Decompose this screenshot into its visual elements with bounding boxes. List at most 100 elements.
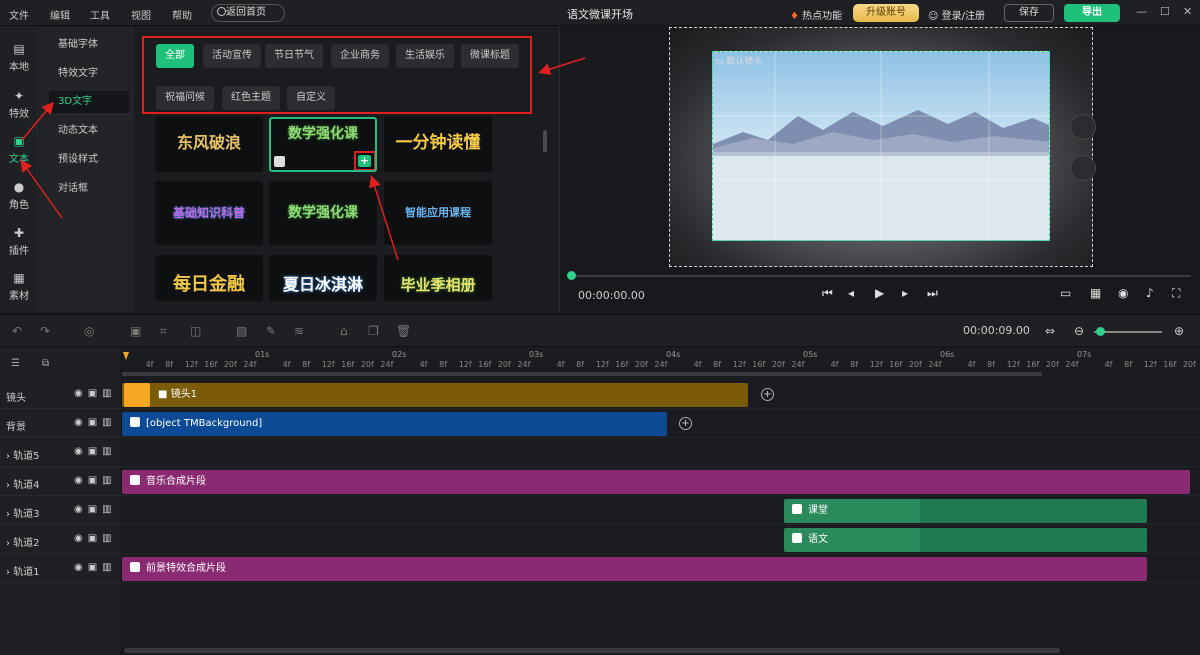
undo-icon[interactable]: ↶ (12, 324, 22, 338)
edit-image-icon[interactable]: ✎ (266, 324, 276, 338)
menu-tools[interactable]: 工具 (90, 7, 110, 22)
clip-text-classroom[interactable]: 课堂 (784, 499, 1147, 523)
menu-file[interactable]: 文件 (9, 7, 29, 22)
record-icon[interactable]: ◎ (84, 324, 94, 338)
fullscreen-icon[interactable]: ⛶ (1172, 286, 1180, 301)
crop-frame-icon[interactable]: ▣ (130, 324, 141, 338)
camera-keyframe[interactable] (124, 383, 150, 407)
layers-icon[interactable]: ≋ (294, 324, 304, 338)
clip-music[interactable]: 音乐合成片段 (122, 470, 1190, 494)
template-tile[interactable]: 东风破浪 (155, 117, 263, 172)
template-tile[interactable]: 数学强化课 (269, 181, 377, 245)
template-tile[interactable]: 每日金融 (155, 255, 263, 301)
track-settings-icon[interactable]: ☰ (11, 358, 20, 369)
template-scrollbar[interactable] (543, 130, 547, 152)
zoom-out-icon[interactable]: ⊖ (1074, 324, 1084, 338)
clear-icon[interactable]: ⌂ (340, 324, 348, 338)
work-area-bar[interactable] (122, 372, 1042, 376)
clip-foreground-effect[interactable]: 前景特效合成片段 (122, 557, 1147, 581)
visibility-lock-delete-icons[interactable]: ◉▣▥ (74, 475, 117, 486)
filter-chip[interactable]: 红色主题 (222, 86, 280, 110)
template-tile[interactable]: 夏日冰淇淋 (269, 255, 377, 301)
filter-chip[interactable]: 自定义 (287, 86, 335, 110)
nav-text[interactable]: ▣ 文本 (0, 134, 38, 165)
visibility-lock-delete-icons[interactable]: ◉▣▥ (74, 562, 117, 573)
camera-snap-icon[interactable]: ◉ (1118, 286, 1128, 300)
preview-progress-handle[interactable] (567, 271, 576, 280)
filter-chip[interactable]: 微课标题 (461, 44, 519, 68)
zoom-slider-handle[interactable] (1096, 327, 1105, 336)
template-tile-selected[interactable]: 数学强化课 + (269, 117, 377, 172)
crop-icon[interactable]: ⌗ (160, 324, 167, 339)
login-button[interactable]: ☺ 登录/注册 (928, 7, 985, 22)
play-icon[interactable]: ▶ (875, 286, 884, 300)
upgrade-button[interactable]: 升级账号 (853, 4, 919, 22)
step-forward-icon[interactable]: ▸ (902, 286, 908, 300)
visibility-lock-delete-icons[interactable]: ◉▣▥ (74, 388, 117, 399)
fit-screen-button[interactable] (1070, 114, 1096, 140)
menu-help[interactable]: 帮助 (172, 7, 192, 22)
nav-role[interactable]: ● 角色 (0, 180, 38, 211)
export-button[interactable]: 导出 (1064, 4, 1120, 22)
menu-edit[interactable]: 编辑 (50, 7, 70, 22)
template-tile[interactable]: 毕业季相册 (384, 255, 492, 301)
copy-icon[interactable]: ❐ (368, 324, 379, 338)
visibility-lock-delete-icons[interactable]: ◉▣▥ (74, 446, 117, 457)
preview-progress-track[interactable] (571, 275, 1191, 277)
playhead[interactable] (123, 352, 129, 380)
template-tile[interactable]: 智能应用课程 (384, 181, 492, 245)
template-tile[interactable]: 一分钟读懂 (384, 117, 492, 172)
clip-background[interactable]: [object TMBackground] (122, 412, 667, 436)
nav-local[interactable]: ▤ 本地 (0, 42, 38, 73)
add-clip-icon[interactable]: + (679, 417, 692, 430)
filter-chip[interactable]: 全部 (156, 44, 194, 68)
skip-end-icon[interactable]: ⏭ (927, 286, 938, 301)
zoom-in-icon[interactable]: ⊕ (1174, 324, 1184, 338)
visibility-lock-delete-icons[interactable]: ◉▣▥ (74, 504, 117, 515)
clip-camera[interactable]: ■ 镜头1 (122, 383, 748, 407)
add-clip-icon[interactable]: + (761, 388, 774, 401)
category-dialog[interactable]: 对话框 (49, 178, 129, 200)
preview-canvas[interactable]: ▭ 默认镜头 (669, 27, 1093, 267)
grid-icon[interactable]: ▦ (1090, 286, 1101, 300)
edit-icon[interactable] (274, 156, 285, 167)
nav-plugin[interactable]: ✚ 插件 (0, 226, 38, 257)
category-3d-text[interactable]: 3D文字 (49, 91, 129, 113)
timeline-scrollbar[interactable] (124, 648, 1060, 653)
close-icon[interactable]: ✕ (1183, 5, 1192, 18)
redo-icon[interactable]: ↷ (40, 324, 50, 338)
flip-icon[interactable]: ◫ (190, 324, 201, 338)
menu-view[interactable]: 视图 (131, 7, 151, 22)
filter-chip[interactable]: 祝福问候 (156, 86, 214, 110)
maximize-icon[interactable]: ☐ (1160, 5, 1170, 18)
filter-chip[interactable]: 企业商务 (331, 44, 389, 68)
screen-icon[interactable]: ▭ (1060, 286, 1071, 300)
category-basic-font[interactable]: 基础字体 (49, 34, 129, 56)
step-back-icon[interactable]: ◂ (848, 286, 854, 300)
fit-timeline-icon[interactable]: ⇔ (1045, 324, 1055, 338)
add-icon[interactable]: + (358, 155, 371, 167)
nav-effects[interactable]: ✦ 特效 (0, 89, 38, 120)
timeline-ruler[interactable]: 4f 8f 12f 16f 20f 24f 01s 4f 8f 12f 16f 20f 24f 02s 4f… (122, 348, 1200, 378)
visibility-lock-delete-icons[interactable]: ◉▣▥ (74, 533, 117, 544)
hot-feature-button[interactable]: ♦ 热点功能 (790, 7, 842, 22)
category-preset-style[interactable]: 预设样式 (49, 149, 129, 171)
filter-chip[interactable]: 生活娱乐 (396, 44, 454, 68)
visibility-lock-delete-icons[interactable]: ◉▣▥ (74, 417, 117, 428)
home-button[interactable]: 返回首页 (211, 4, 285, 22)
category-effect-text[interactable]: 特效文字 (49, 63, 129, 85)
template-tile[interactable]: 基础知识科普 (155, 181, 263, 245)
nav-material[interactable]: ▦ 素材 (0, 271, 38, 302)
category-dynamic-text[interactable]: 动态文本 (49, 120, 129, 142)
delete-icon[interactable]: 🗑 (396, 324, 411, 338)
volume-icon[interactable]: ♪ (1146, 286, 1154, 300)
save-button[interactable]: 保存 (1004, 4, 1054, 22)
image-icon[interactable]: ▨ (236, 324, 247, 338)
filter-chip[interactable]: 节日节气 (265, 44, 323, 68)
filter-chip[interactable]: 活动宣传 (203, 44, 261, 68)
clip-text-chinese[interactable]: 语文 (784, 528, 1147, 552)
add-track-icon[interactable]: ⧉ (42, 358, 49, 369)
minimize-icon[interactable]: — (1136, 5, 1147, 18)
skip-start-icon[interactable]: ⏮ (822, 286, 833, 301)
lock-button[interactable] (1070, 155, 1096, 181)
